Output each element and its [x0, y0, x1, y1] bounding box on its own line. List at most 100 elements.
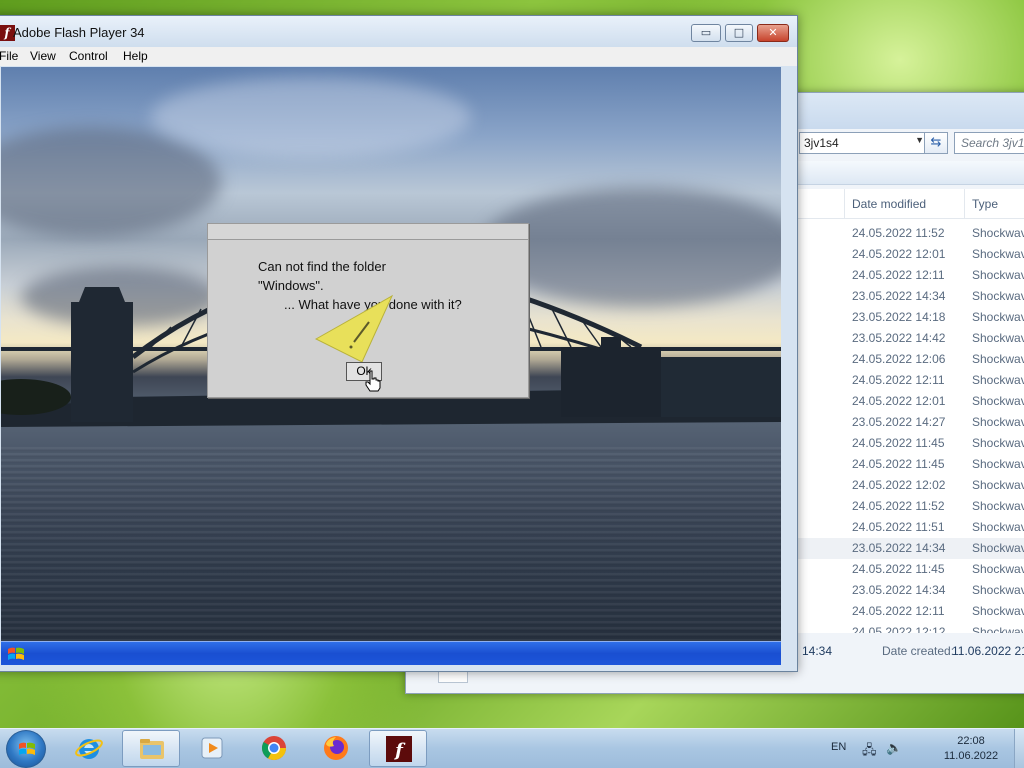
- row-type: Shockwav: [972, 268, 1024, 282]
- table-row[interactable]: 23.05.2022 14:27 Shockwav: [798, 412, 1024, 433]
- taskbar-flash-player[interactable]: f: [369, 730, 427, 767]
- row-type: Shockwav: [972, 520, 1024, 534]
- row-type: Shockwav: [972, 352, 1024, 366]
- table-row[interactable]: 24.05.2022 11:52 Shockwav: [798, 223, 1024, 244]
- maximize-button[interactable]: □: [725, 24, 753, 42]
- table-row[interactable]: 24.05.2022 12:06 Shockwav: [798, 349, 1024, 370]
- clock-date: 11.06.2022: [943, 750, 999, 762]
- row-date-modified: 24.05.2022 11:45: [852, 562, 945, 576]
- address-value: 3jv1s4: [804, 136, 839, 150]
- row-date-modified: 24.05.2022 12:12: [852, 625, 946, 633]
- search-input[interactable]: Search 3jv1s: [954, 132, 1024, 154]
- table-row[interactable]: 24.05.2022 12:02 Shockwav: [798, 475, 1024, 496]
- show-desktop-button[interactable]: [1014, 729, 1024, 768]
- address-bar[interactable]: 3jv1s4 ▼: [799, 132, 929, 154]
- table-row[interactable]: 24.05.2022 12:11 Shockwav: [798, 265, 1024, 286]
- close-button[interactable]: ✕: [757, 24, 789, 42]
- menu-view[interactable]: View: [30, 49, 56, 63]
- menu-control[interactable]: Control: [69, 49, 108, 63]
- menu-help[interactable]: Help: [123, 49, 148, 63]
- internet-explorer-icon: [75, 739, 103, 759]
- row-date-modified: 23.05.2022 14:27: [852, 415, 946, 429]
- row-date-modified: 23.05.2022 14:34: [852, 289, 946, 303]
- table-row[interactable]: 24.05.2022 12:01 Shockwav: [798, 391, 1024, 412]
- flash-player-icon: f: [386, 736, 412, 762]
- explorer-folder-icon: [140, 739, 164, 759]
- table-row[interactable]: 23.05.2022 14:18 Shockwav: [798, 307, 1024, 328]
- table-row[interactable]: 24.05.2022 12:11 Shockwav: [798, 601, 1024, 622]
- file-list[interactable]: Date modified Type 24.05.2022 11:52 Shock…: [798, 189, 1024, 633]
- modified-time: 14:34: [802, 644, 833, 658]
- row-date-modified: 23.05.2022 14:34: [852, 541, 946, 555]
- xp-taskbar: [1, 641, 781, 665]
- table-row[interactable]: 23.05.2022 14:34 Shockwav: [798, 580, 1024, 601]
- table-row[interactable]: 23.05.2022 14:34 Shockwav: [798, 286, 1024, 307]
- row-type: Shockwav: [972, 499, 1024, 513]
- column-type[interactable]: Type: [972, 197, 998, 211]
- row-date-modified: 24.05.2022 12:11: [852, 268, 945, 282]
- table-row[interactable]: 24.05.2022 11:52 Shockwav: [798, 496, 1024, 517]
- hand-cursor-icon: [365, 370, 381, 392]
- row-type: Shockwav: [972, 310, 1024, 324]
- minimize-button[interactable]: ▭: [691, 24, 721, 42]
- table-row[interactable]: 23.05.2022 14:34 Shockwav: [798, 538, 1024, 559]
- taskbar-media-player[interactable]: [183, 730, 241, 767]
- table-row[interactable]: 24.05.2022 12:11 Shockwav: [798, 370, 1024, 391]
- taskbar-windows-explorer[interactable]: [122, 730, 180, 767]
- column-divider[interactable]: [964, 189, 965, 219]
- dialog-titlebar[interactable]: [208, 224, 528, 240]
- row-type: Shockwav: [972, 436, 1024, 450]
- table-row[interactable]: 24.05.2022 12:12 Shockwav: [798, 622, 1024, 633]
- clock-time: 22:08: [957, 735, 985, 747]
- error-dialog: Can not find the folder "Windows". ... W…: [207, 223, 529, 398]
- row-date-modified: 23.05.2022 14:34: [852, 583, 946, 597]
- flash-titlebar[interactable]: f Adobe Flash Player 34 ▭ □ ✕: [0, 16, 797, 47]
- window-title: Adobe Flash Player 34: [13, 25, 145, 40]
- clock[interactable]: 22:08 11.06.2022: [930, 734, 1012, 764]
- firefox-icon: [324, 736, 348, 760]
- row-date-modified: 24.05.2022 12:02: [852, 478, 946, 492]
- row-date-modified: 23.05.2022 14:42: [852, 331, 946, 345]
- row-date-modified: 24.05.2022 12:06: [852, 352, 946, 366]
- menu-bar: File View Control Help: [0, 47, 797, 66]
- row-type: Shockwav: [972, 478, 1024, 492]
- row-date-modified: 23.05.2022 14:18: [852, 310, 946, 324]
- chevron-down-icon[interactable]: ▼: [915, 135, 924, 145]
- windows-taskbar: f EN 🖧 🔈 22:08 11.06.2022: [0, 728, 1024, 768]
- row-type: Shockwav: [972, 583, 1024, 597]
- table-row[interactable]: 24.05.2022 12:01 Shockwav: [798, 244, 1024, 265]
- column-divider[interactable]: [844, 189, 845, 219]
- dialog-message-line2: "Windows".: [258, 278, 324, 293]
- row-date-modified: 24.05.2022 12:01: [852, 247, 946, 261]
- row-type: Shockwav: [972, 331, 1024, 345]
- dialog-message-line1: Can not find the folder: [258, 259, 386, 274]
- column-date-modified[interactable]: Date modified: [852, 197, 926, 211]
- table-row[interactable]: 23.05.2022 14:42 Shockwav: [798, 328, 1024, 349]
- row-type: Shockwav: [972, 226, 1024, 240]
- windows-flag-icon[interactable]: [7, 646, 25, 662]
- taskbar-internet-explorer[interactable]: [60, 730, 118, 767]
- row-type: Shockwav: [972, 541, 1024, 555]
- table-row[interactable]: 24.05.2022 11:45 Shockwav: [798, 454, 1024, 475]
- row-date-modified: 24.05.2022 12:11: [852, 373, 945, 387]
- table-row[interactable]: 24.05.2022 11:45 Shockwav: [798, 433, 1024, 454]
- taskbar-firefox[interactable]: [307, 730, 365, 767]
- start-button[interactable]: [6, 730, 46, 768]
- row-type: Shockwav: [972, 373, 1024, 387]
- media-player-icon: [201, 737, 223, 759]
- table-row[interactable]: 24.05.2022 11:51 Shockwav: [798, 517, 1024, 538]
- row-type: Shockwav: [972, 394, 1024, 408]
- row-type: Shockwav: [972, 604, 1024, 618]
- taskbar-chrome[interactable]: [245, 730, 303, 767]
- row-date-modified: 24.05.2022 11:45: [852, 436, 945, 450]
- column-header-row: Date modified Type: [798, 189, 1024, 219]
- volume-icon[interactable]: 🔈: [886, 741, 902, 756]
- language-indicator[interactable]: EN: [831, 741, 846, 753]
- row-type: Shockwav: [972, 562, 1024, 576]
- table-row[interactable]: 24.05.2022 11:45 Shockwav: [798, 559, 1024, 580]
- menu-file[interactable]: File: [0, 49, 18, 63]
- windows-logo-icon: [19, 742, 35, 755]
- network-icon[interactable]: 🖧: [862, 741, 877, 763]
- row-date-modified: 24.05.2022 11:51: [852, 520, 945, 534]
- refresh-icon[interactable]: ⇆: [924, 132, 948, 154]
